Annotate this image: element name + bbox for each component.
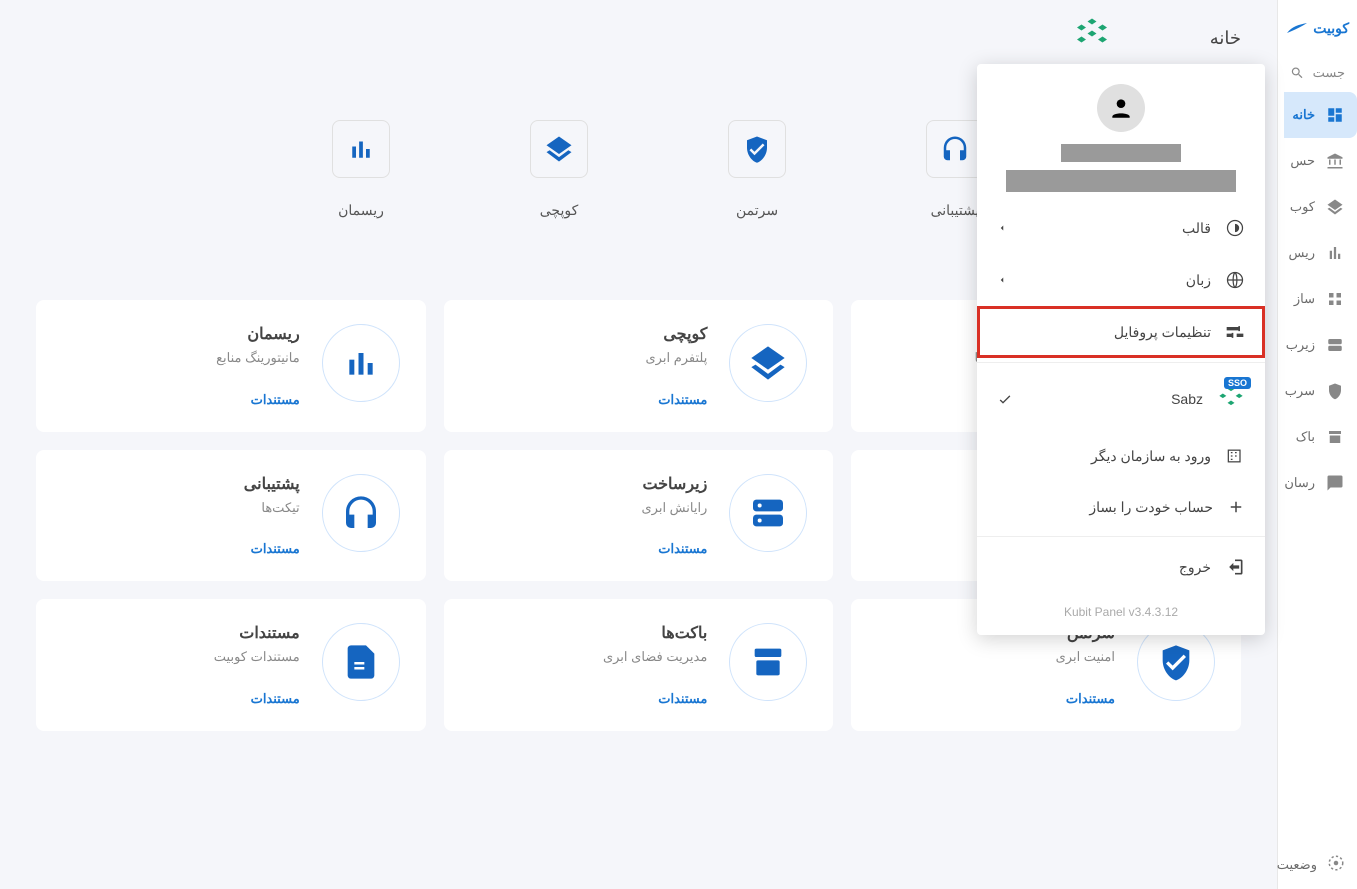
status-icon — [1327, 854, 1345, 872]
page-title: خانه — [36, 28, 1241, 49]
tune-icon — [1225, 322, 1245, 342]
headset-icon — [341, 493, 381, 533]
headset-icon — [940, 134, 970, 164]
server-icon — [1326, 336, 1344, 354]
check-icon — [997, 391, 1013, 407]
brand-logo[interactable]: کوبیت — [1287, 20, 1349, 37]
arrow-left-icon — [997, 275, 1007, 285]
docs-link[interactable]: مستندات — [877, 691, 1115, 707]
status-item[interactable]: وضعیت — [1278, 840, 1357, 889]
sso-badge: SSO — [1224, 377, 1251, 389]
fav-card[interactable]: ریسمان — [273, 112, 449, 227]
bar-chart-icon — [346, 134, 376, 164]
service-card[interactable]: باکت‌ها مدیریت فضای ابری مستندات — [444, 599, 834, 731]
service-card[interactable]: مستندات مستندات کوبیت مستندات — [36, 599, 426, 731]
plus-icon — [1227, 498, 1245, 516]
bar-chart-icon — [341, 343, 381, 383]
globe-icon — [1225, 270, 1245, 290]
search-input[interactable]: جست — [1278, 54, 1357, 92]
profile-settings-menu-item[interactable]: تنظیمات پروفایل — [977, 306, 1265, 358]
current-org-item[interactable]: SSO Sabz — [977, 367, 1265, 430]
sidebar: کوبیت جست خانه حس کوب ریس ساز — [1277, 0, 1357, 889]
nav-messaging[interactable]: رسان — [1284, 460, 1357, 506]
fav-card[interactable]: سرتمن — [669, 112, 845, 227]
service-card[interactable]: کوپچی پلتفرم ابری مستندات — [444, 300, 834, 432]
nav-accounting[interactable]: حس — [1284, 138, 1357, 184]
app-logo-icon[interactable] — [1074, 14, 1110, 50]
message-icon — [1326, 474, 1344, 492]
docs-link[interactable]: مستندات — [470, 392, 708, 408]
docs-link[interactable]: مستندات — [470, 691, 708, 707]
shield-check-icon — [742, 134, 772, 164]
username-placeholder — [1061, 144, 1181, 162]
arrow-left-icon — [997, 223, 1007, 233]
brightness-icon — [1225, 218, 1245, 238]
nav-infra[interactable]: زیرب — [1284, 322, 1357, 368]
service-card[interactable]: پشتیبانی تیکت‌ها مستندات — [36, 450, 426, 582]
menu-icon[interactable] — [1286, 18, 1287, 38]
theme-menu-item[interactable]: قالب — [977, 202, 1265, 254]
nav-risman[interactable]: ریس — [1284, 230, 1357, 276]
nav-home[interactable]: خانه — [1284, 92, 1357, 138]
shield-check-icon — [1156, 642, 1196, 682]
user-menu-dropdown: قالب زبان تنظیمات پروفایل SSO Sabz — [977, 64, 1265, 635]
email-placeholder — [1006, 170, 1236, 192]
user-header — [977, 64, 1265, 202]
shield-icon — [1326, 382, 1344, 400]
archive-icon — [1326, 428, 1344, 446]
version-label: Kubit Panel v3.4.3.12 — [977, 593, 1265, 625]
person-icon — [1108, 95, 1134, 121]
bar-chart-icon — [1326, 244, 1344, 262]
swoosh-icon — [1287, 22, 1307, 34]
fav-card[interactable]: کوپچی — [471, 112, 647, 227]
building-icon — [1225, 446, 1245, 466]
layers-icon — [748, 343, 788, 383]
nav-org[interactable]: ساز — [1284, 276, 1357, 322]
create-account-item[interactable]: حساب خودت را بساز — [977, 482, 1265, 532]
grid-icon — [1326, 290, 1344, 308]
logout-icon — [1225, 557, 1245, 577]
search-icon — [1290, 64, 1305, 82]
document-icon — [341, 642, 381, 682]
logout-item[interactable]: خروج — [977, 541, 1265, 593]
avatar — [1097, 84, 1145, 132]
dashboard-icon — [1326, 106, 1344, 124]
layers-icon — [544, 134, 574, 164]
nav-buckets[interactable]: باک — [1284, 414, 1357, 460]
docs-link[interactable]: مستندات — [62, 691, 300, 707]
nav-security[interactable]: سرب — [1284, 368, 1357, 414]
switch-org-item[interactable]: ورود به سازمان دیگر — [977, 430, 1265, 482]
nav-kubit[interactable]: کوب — [1284, 184, 1357, 230]
docs-link[interactable]: مستندات — [62, 541, 300, 557]
bank-icon — [1326, 152, 1344, 170]
archive-icon — [748, 642, 788, 682]
service-card[interactable]: زیرساخت رایانش ابری مستندات — [444, 450, 834, 582]
docs-link[interactable]: مستندات — [470, 541, 708, 557]
server-icon — [748, 493, 788, 533]
language-menu-item[interactable]: زبان — [977, 254, 1265, 306]
layers-icon — [1326, 198, 1344, 216]
service-card[interactable]: ریسمان مانیتورینگ منابع مستندات — [36, 300, 426, 432]
docs-link[interactable]: مستندات — [62, 392, 300, 408]
